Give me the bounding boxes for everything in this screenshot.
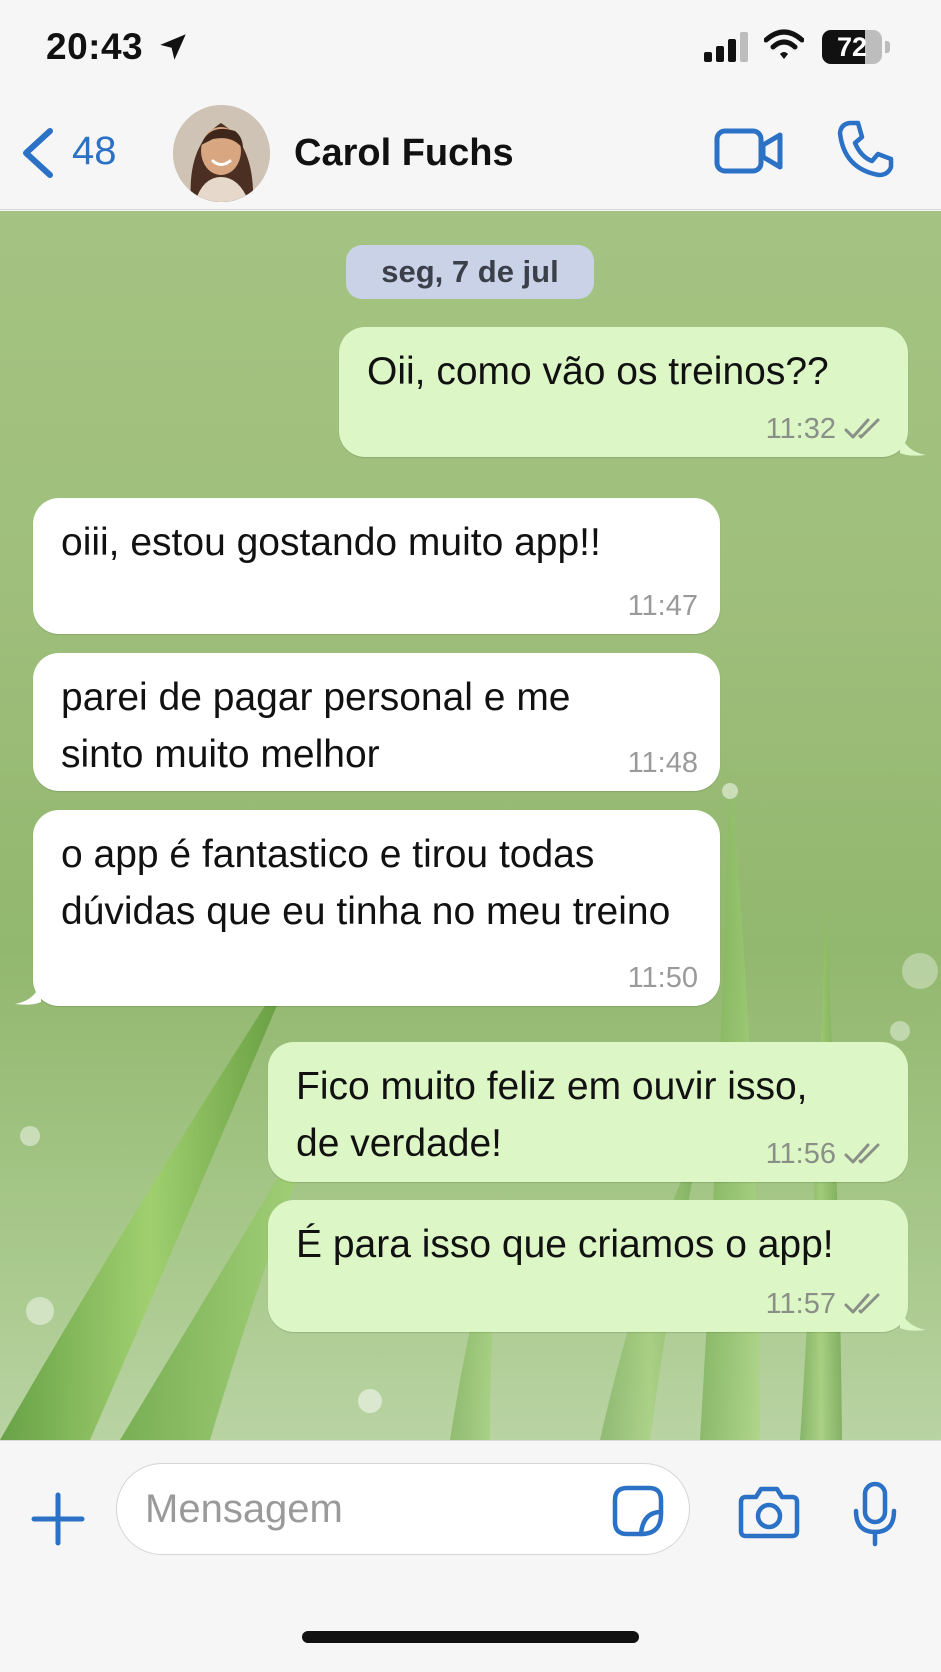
message-meta: 11:32 <box>766 409 886 449</box>
message-meta: 11:56 <box>766 1134 886 1174</box>
status-bar: 20:43 72 <box>0 0 941 95</box>
microphone-icon[interactable] <box>852 1481 898 1547</box>
message-text: parei de pagar personal e me sinto muito… <box>61 676 571 776</box>
message-input-container[interactable] <box>116 1463 690 1555</box>
avatar-image <box>173 105 270 202</box>
message-meta: 11:47 <box>628 586 698 626</box>
phone-icon[interactable] <box>836 119 894 179</box>
location-arrow-icon <box>160 34 186 60</box>
message-time: 11:32 <box>765 413 836 445</box>
chat-area[interactable]: seg, 7 de jul Oii, como vão os treinos??… <box>0 211 941 1440</box>
chevron-left-icon <box>23 128 53 178</box>
message-time: 11:47 <box>627 590 698 622</box>
message-bubble-outgoing[interactable]: Oii, como vão os treinos?? 11:32 <box>339 327 926 457</box>
double-check-icon <box>844 418 880 439</box>
contact-name[interactable]: Carol Fuchs <box>294 132 514 175</box>
bubble-tail <box>15 980 41 1005</box>
camera-icon[interactable] <box>738 1485 800 1539</box>
message-meta: 11:57 <box>766 1284 886 1324</box>
message-text: oiii, estou gostando muito app!! <box>61 521 601 564</box>
plus-icon[interactable] <box>30 1491 86 1547</box>
message-bubble-incoming[interactable]: o app é fantastico e tirou todas dúvidas… <box>15 810 720 1006</box>
unread-count: 48 <box>72 129 117 173</box>
message-text: É para isso que criamos o app! <box>296 1223 834 1266</box>
signal-bars-icon <box>704 32 748 62</box>
back-button[interactable]: 48 <box>16 123 136 183</box>
status-time: 20:43 <box>46 26 144 67</box>
wifi-icon <box>764 29 804 59</box>
chat-header: 48 Carol Fuchs <box>0 95 941 210</box>
battery-icon: 72 <box>822 30 890 64</box>
double-check-icon <box>844 1143 880 1164</box>
message-meta: 11:50 <box>628 958 698 998</box>
message-bubble-outgoing[interactable]: É para isso que criamos o app! 11:57 <box>268 1200 926 1332</box>
bubble-tail <box>900 1306 926 1331</box>
message-bubble-incoming[interactable]: oiii, estou gostando muito app!! 11:47 <box>33 498 720 634</box>
message-time: 11:56 <box>765 1138 836 1170</box>
message-text: o app é fantastico e tirou todas dúvidas… <box>61 833 671 933</box>
message-time: 11:48 <box>627 747 698 779</box>
double-check-icon <box>844 1293 880 1314</box>
avatar[interactable] <box>173 105 270 202</box>
home-indicator <box>302 1631 639 1643</box>
message-time: 11:57 <box>765 1288 836 1320</box>
message-composer <box>0 1440 941 1672</box>
message-bubble-incoming[interactable]: parei de pagar personal e me sinto muito… <box>33 653 720 791</box>
message-meta: 11:48 <box>628 743 698 783</box>
message-input[interactable] <box>145 1478 595 1540</box>
bubble-tail <box>900 431 926 456</box>
message-bubble-outgoing[interactable]: Fico muito feliz em ouvir isso, de verda… <box>268 1042 908 1182</box>
video-camera-icon[interactable] <box>714 123 784 179</box>
battery-level: 72 <box>836 32 868 62</box>
message-time: 11:50 <box>627 962 698 994</box>
sticker-icon[interactable] <box>611 1484 665 1538</box>
date-separator: seg, 7 de jul <box>346 245 594 299</box>
message-text: Oii, como vão os treinos?? <box>367 350 829 393</box>
